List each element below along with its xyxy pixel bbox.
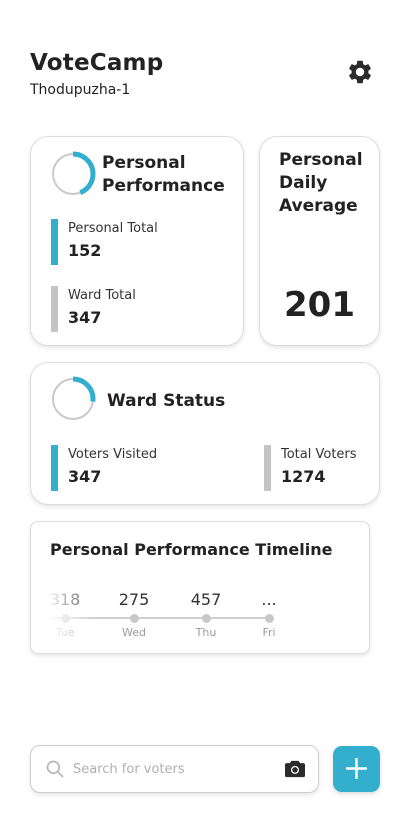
total-voters-label: Total Voters: [281, 447, 357, 462]
timeline-point-fri[interactable]: ... Fri: [239, 590, 299, 639]
search-icon: [46, 760, 64, 778]
personal-progress-ring-icon: [50, 151, 96, 197]
ward-progress-ring-icon: [50, 376, 96, 422]
daily-average-card[interactable]: Personal Daily Average 201: [259, 136, 380, 346]
timeline-point-thu[interactable]: 457 Thu: [176, 590, 236, 639]
ward-total-value: 347: [68, 308, 102, 327]
settings-gear-icon[interactable]: [346, 58, 374, 86]
performance-timeline-card[interactable]: Personal Performance Timeline 318 Tue 27…: [30, 521, 370, 654]
daily-average-title: Personal Daily Average: [279, 150, 363, 216]
personal-performance-title: Personal Performance: [102, 153, 225, 196]
timeline-fade-overlay: [49, 582, 89, 642]
timeline-title: Personal Performance Timeline: [50, 540, 333, 559]
constituency-name: Thodupuzha-1: [30, 82, 131, 98]
voters-visited-value: 347: [68, 467, 102, 486]
plus-icon: [346, 758, 367, 779]
camera-icon[interactable]: [284, 759, 306, 779]
search-input[interactable]: [71, 754, 275, 784]
add-voter-button[interactable]: [333, 746, 380, 792]
daily-average-value: 201: [284, 285, 355, 325]
personal-total-value: 152: [68, 241, 102, 260]
ward-status-title: Ward Status: [107, 391, 226, 411]
search-bar[interactable]: [30, 745, 319, 793]
timeline-point-wed[interactable]: 275 Wed: [104, 590, 164, 639]
app-title: VoteCamp: [30, 50, 164, 76]
ward-total-label: Ward Total: [68, 288, 136, 303]
personal-total-label: Personal Total: [68, 221, 158, 236]
personal-performance-card[interactable]: Personal Performance Personal Total 152 …: [30, 136, 244, 346]
total-voters-value: 1274: [281, 467, 326, 486]
ward-status-card[interactable]: Ward Status Voters Visited 347 Total Vot…: [30, 362, 380, 505]
voters-visited-label: Voters Visited: [68, 447, 158, 462]
